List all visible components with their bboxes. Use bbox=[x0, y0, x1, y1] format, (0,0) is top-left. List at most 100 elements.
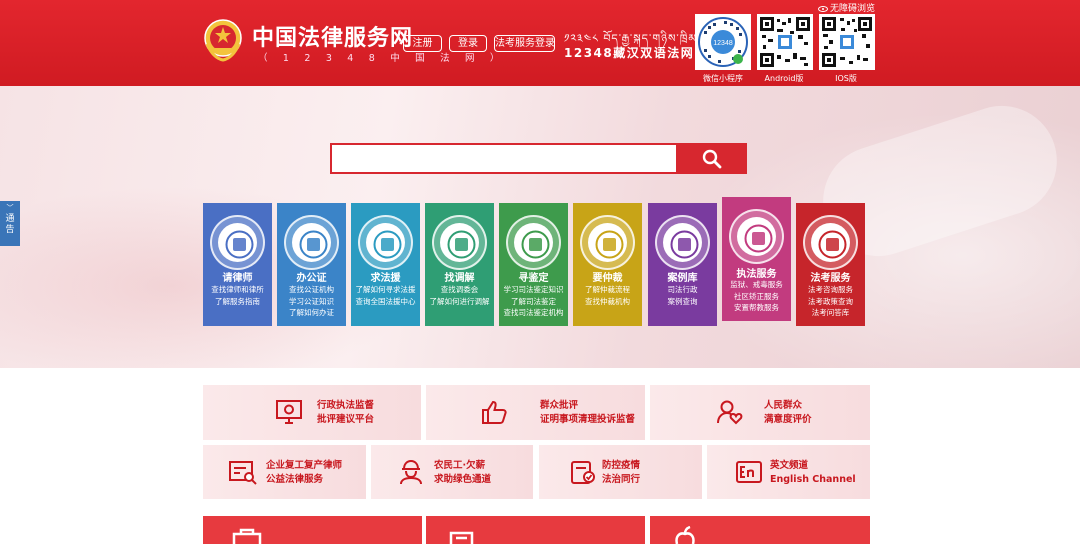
service-card-text: 求助绿色通道 bbox=[434, 474, 492, 485]
ios-qr-label: IOS版 bbox=[835, 74, 857, 83]
bag-icon bbox=[232, 528, 262, 544]
worker-icon bbox=[397, 459, 425, 489]
service-card-text: 证明事项清理投诉监督 bbox=[540, 414, 636, 425]
service-card-r1-1[interactable]: 行政执法监督 批评建议平台 bbox=[203, 385, 421, 440]
service-tile-6[interactable]: 要仲裁 了解仲裁流程 查找仲裁机构 bbox=[573, 203, 642, 326]
service-emblem-icon bbox=[210, 215, 265, 270]
thumbs-up-icon bbox=[480, 399, 508, 429]
service-tile-2[interactable]: 办公证 查找公证机构 学习公证知识 了解如何办证 bbox=[277, 203, 346, 326]
wechat-miniprogram-qr: 12348 bbox=[695, 14, 751, 70]
service-tile-desc: 了解司法鉴定 bbox=[511, 296, 556, 306]
service-emblem-icon bbox=[580, 215, 635, 270]
eye-icon bbox=[818, 5, 828, 12]
apple-icon bbox=[675, 526, 695, 544]
service-card-text: 行政执法监督 bbox=[317, 400, 375, 411]
service-card-text: 防控疫情 bbox=[602, 460, 641, 471]
login-button[interactable]: 登录 bbox=[449, 35, 487, 52]
service-emblem-icon bbox=[432, 215, 487, 270]
android-qr-label: Android版 bbox=[764, 74, 804, 83]
service-tile-9[interactable]: 法考服务 法考咨询服务 法考政策查询 法考问答库 bbox=[796, 203, 865, 326]
chevron-down-icon: ﹀ bbox=[6, 204, 14, 212]
search-icon bbox=[702, 149, 722, 169]
bottom-card-2[interactable] bbox=[426, 516, 645, 544]
service-card-r2-4[interactable]: 英文频道 English Channel bbox=[707, 445, 870, 499]
service-tile-4[interactable]: 找调解 查找调委会了解如何进行调解 bbox=[425, 203, 494, 326]
accessibility-link[interactable]: 无障碍浏览 bbox=[818, 1, 875, 14]
service-tile-title: 法考服务 bbox=[810, 273, 851, 284]
service-tile-desc: 查找仲裁机构 bbox=[585, 296, 630, 306]
service-card-r1-2[interactable]: 群众批评证明事项清理投诉监督 bbox=[426, 385, 645, 440]
search-input[interactable] bbox=[330, 143, 678, 174]
service-tile-title: 案例库 bbox=[667, 273, 698, 284]
service-tile-title: 要仲裁 bbox=[592, 273, 623, 284]
service-emblem-icon bbox=[803, 215, 858, 270]
service-emblem-icon bbox=[358, 215, 413, 270]
service-tile-desc: 法考政策查询 bbox=[808, 296, 853, 306]
service-tile-title: 寻鉴定 bbox=[518, 273, 549, 284]
service-tile-desc: 法考问答库 bbox=[811, 308, 850, 317]
site-subtitle: （ 1 2 3 4 8 中 国 法 网 ） bbox=[258, 53, 506, 64]
user-heart-icon bbox=[716, 399, 744, 429]
service-tile-desc: 安置帮教服务 bbox=[734, 303, 779, 312]
notice-tab[interactable]: ﹀ 通告 bbox=[0, 201, 20, 246]
service-tile-desc: 了解如何进行调解 bbox=[429, 296, 490, 306]
service-tile-desc: 了解如何寻求法援 bbox=[355, 285, 416, 294]
service-tile-title: 找调解 bbox=[444, 273, 475, 284]
service-card-text: 群众批评 bbox=[540, 400, 579, 411]
service-tile-title: 求法援 bbox=[370, 273, 401, 284]
service-tile-7[interactable]: 案例库 司法行政案例查询 bbox=[648, 203, 717, 326]
service-tile-3[interactable]: 求法援 了解如何寻求法援 查询全国法援中心 bbox=[351, 203, 420, 326]
service-emblem-icon bbox=[284, 215, 339, 270]
service-tile-desc: 社区矫正服务 bbox=[734, 291, 779, 301]
service-tile-desc: 法考咨询服务 bbox=[808, 285, 853, 294]
service-tile-desc: 了解如何办证 bbox=[289, 308, 334, 317]
service-tile-desc: 了解仲裁流程 bbox=[585, 285, 630, 294]
service-tile-1[interactable]: 请律师 查找律师和律所 了解服务指南 bbox=[203, 203, 272, 326]
ios-app-qr bbox=[819, 14, 875, 70]
document-icon bbox=[449, 531, 474, 544]
service-emblem-icon bbox=[655, 215, 710, 270]
bottom-card-3[interactable] bbox=[650, 516, 870, 544]
service-tile-desc: 学习公证知识 bbox=[289, 296, 334, 306]
service-card-text: 企业复工复产律师 bbox=[266, 460, 343, 471]
service-tile-desc: 了解服务指南 bbox=[215, 296, 260, 306]
service-tile-title: 请律师 bbox=[222, 273, 253, 284]
service-card-text: 法治同行 bbox=[602, 474, 641, 485]
search-button[interactable] bbox=[677, 143, 747, 174]
service-card-r1-3[interactable]: 人民群众 满意度评价 bbox=[650, 385, 870, 440]
service-emblem-icon bbox=[729, 209, 784, 264]
document-search-icon bbox=[228, 459, 258, 489]
bilingual-site-link[interactable]: 12348藏汉双语法网 bbox=[564, 44, 694, 61]
national-emblem-icon[interactable] bbox=[203, 18, 243, 62]
service-tile-desc: 查询全国法援中心 bbox=[355, 296, 416, 306]
service-card-text: 满意度评价 bbox=[764, 414, 812, 425]
exam-login-button[interactable]: 法考服务登录 bbox=[494, 35, 555, 52]
svg-text:12348: 12348 bbox=[713, 40, 733, 47]
service-card-text: 农民工·欠薪 bbox=[434, 460, 486, 471]
service-tile-desc: 查找公证机构 bbox=[289, 285, 334, 294]
bottom-card-1[interactable] bbox=[203, 516, 422, 544]
service-tile-desc: 查找司法鉴定机构 bbox=[503, 308, 564, 317]
service-tile-desc: 学习司法鉴定知识 bbox=[503, 285, 564, 294]
service-card-text: 人民群众 bbox=[764, 400, 803, 411]
service-tile-desc: 监狱、戒毒服务 bbox=[730, 280, 783, 289]
monitor-icon bbox=[275, 399, 303, 429]
android-app-qr bbox=[757, 14, 813, 70]
service-tile-title: 执法服务 bbox=[736, 269, 777, 280]
service-tile-desc: 查找调委会 bbox=[440, 285, 479, 294]
header: 中国法律服务网 （ 1 2 3 4 8 中 国 法 网 ） 注册 登录 法考服务… bbox=[0, 0, 1080, 86]
service-tile-8[interactable]: 执法服务 监狱、戒毒服务 社区矫正服务 安置帮教服务 bbox=[722, 197, 791, 321]
service-tile-desc: 案例查询 bbox=[667, 296, 698, 306]
service-card-r2-1[interactable]: 企业复工复产律师 公益法律服务 bbox=[203, 445, 366, 499]
site-title[interactable]: 中国法律服务网 bbox=[252, 20, 413, 52]
service-card-r2-2[interactable]: 农民工·欠薪 求助绿色通道 bbox=[371, 445, 533, 499]
service-tile-desc: 查找律师和律所 bbox=[211, 285, 264, 294]
register-button[interactable]: 注册 bbox=[403, 35, 442, 52]
service-tile-desc: 司法行政 bbox=[667, 285, 698, 294]
service-tile-title: 办公证 bbox=[296, 273, 327, 284]
service-card-text: 英文频道 bbox=[770, 460, 809, 471]
service-card-r2-3[interactable]: 防控疫情 法治同行 bbox=[539, 445, 702, 499]
english-icon bbox=[735, 459, 763, 489]
service-tile-5[interactable]: 寻鉴定 学习司法鉴定知识 了解司法鉴定 查找司法鉴定机构 bbox=[499, 203, 568, 326]
service-card-text: 批评建议平台 bbox=[317, 414, 375, 425]
